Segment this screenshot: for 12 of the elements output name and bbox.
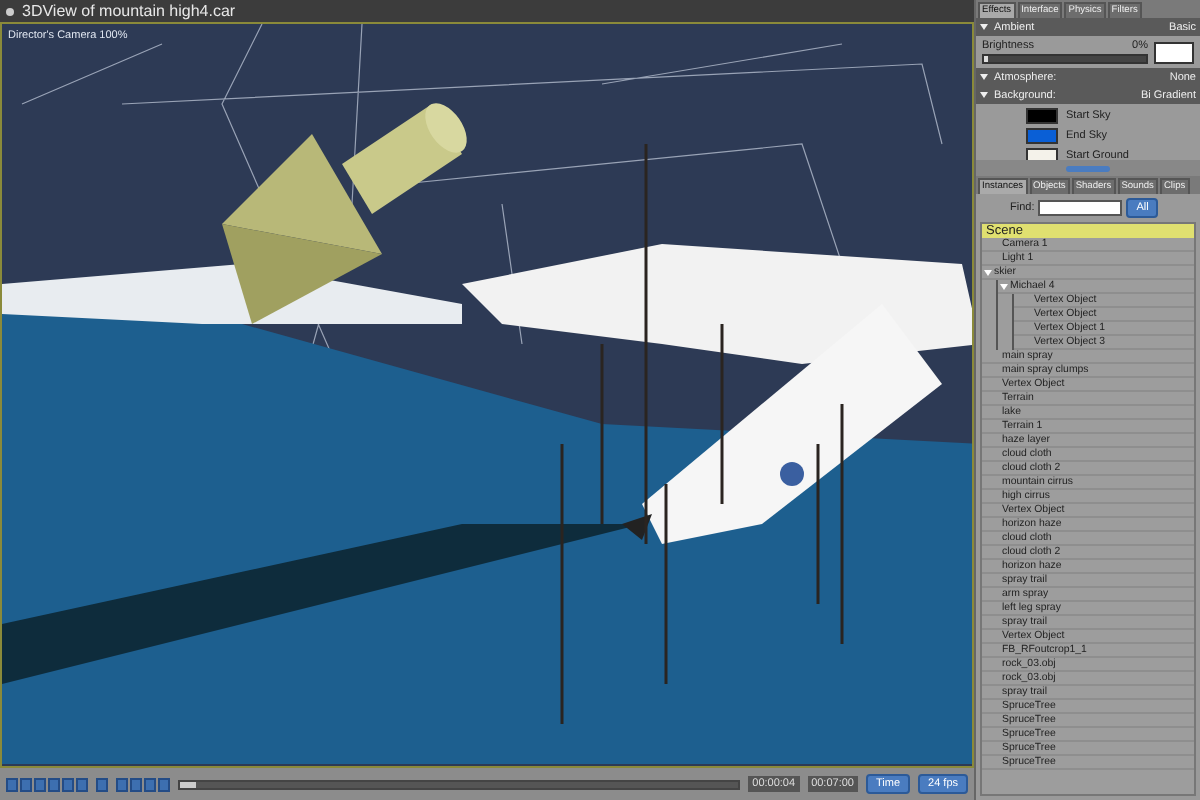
brightness-slider[interactable] — [982, 54, 1148, 64]
expand-toggle-icon[interactable] — [984, 269, 992, 275]
timeline-slider[interactable] — [178, 779, 741, 789]
window-title: 3DView of mountain high4.car — [22, 1, 236, 21]
window-icon — [6, 7, 14, 15]
color-swatch[interactable] — [1154, 41, 1194, 63]
find-field[interactable] — [1038, 200, 1123, 216]
color-swatch[interactable] — [1026, 128, 1058, 144]
expand-toggle-icon[interactable] — [1000, 283, 1008, 289]
color-swatch[interactable] — [1026, 148, 1058, 160]
splitter-handle[interactable] — [1066, 165, 1110, 171]
color-swatch[interactable] — [1026, 108, 1058, 124]
